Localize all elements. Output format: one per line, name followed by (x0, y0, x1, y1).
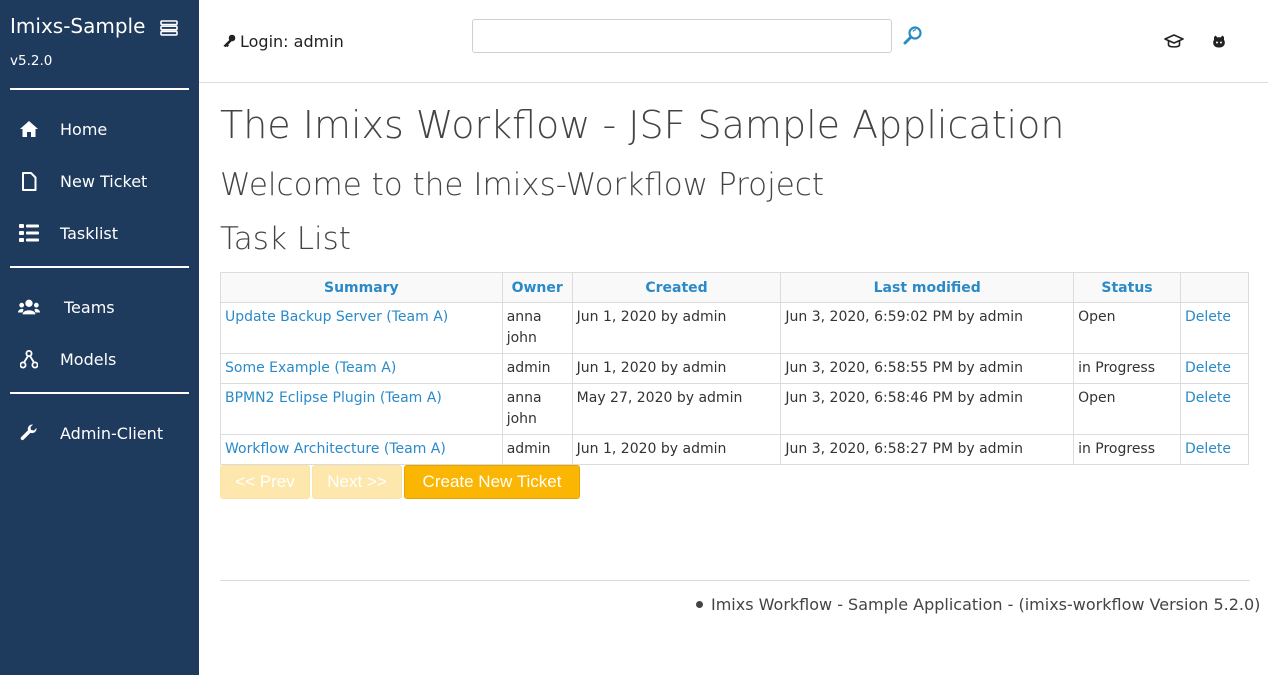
next-button[interactable]: Next >> (312, 465, 402, 499)
bullet-icon (696, 601, 703, 608)
sidebar-item-label: Home (60, 119, 108, 139)
owner-name: admin (506, 441, 551, 457)
wrench-icon (18, 423, 40, 443)
sidebar-divider (10, 392, 189, 394)
footer-text: Imixs Workflow - Sample Application - (i… (711, 595, 1261, 614)
sidebar-item-models[interactable]: Models (0, 339, 199, 379)
created-cell: Jun 1, 2020 by admin (571, 434, 782, 465)
app-version: v5.2.0 (10, 53, 53, 69)
summary-cell: Workflow Architecture (Team A) (220, 434, 503, 465)
owner-cell: anna john (501, 302, 573, 354)
status-cell: Open (1073, 383, 1181, 435)
sidebar: Imixs-Sample v5.2.0 Home New Ticket Task… (0, 0, 199, 675)
sidebar-item-label: Tasklist (60, 223, 119, 243)
action-cell: Delete (1179, 353, 1250, 384)
table-row: Update Backup Server (Team A) anna john … (220, 302, 1250, 354)
owner-name: john (506, 411, 537, 427)
github-icon[interactable] (1209, 32, 1229, 52)
column-header-status[interactable]: Status (1073, 272, 1181, 303)
delete-link[interactable]: Delete (1185, 309, 1231, 325)
sidebar-item-admin-client[interactable]: Admin-Client (0, 413, 199, 453)
search-input[interactable] (472, 19, 892, 53)
list-icon (18, 223, 40, 243)
search-icon[interactable] (903, 25, 923, 45)
action-cell: Delete (1179, 383, 1250, 435)
owner-cell: anna john (501, 383, 573, 435)
action-cell: Delete (1179, 302, 1250, 354)
delete-link[interactable]: Delete (1185, 441, 1231, 457)
footer-divider (220, 580, 1250, 581)
delete-link[interactable]: Delete (1185, 390, 1231, 406)
login-label: Login: admin (240, 32, 344, 51)
status-cell: in Progress (1073, 434, 1181, 465)
sidebar-item-label: New Ticket (60, 171, 148, 191)
sidebar-item-label: Teams (64, 297, 115, 317)
table-row: BPMN2 Eclipse Plugin (Team A) anna john … (220, 383, 1250, 435)
delete-link[interactable]: Delete (1185, 360, 1231, 376)
column-header-owner[interactable]: Owner (501, 272, 573, 303)
summary-cell: BPMN2 Eclipse Plugin (Team A) (220, 383, 503, 435)
owner-name: anna (506, 390, 542, 406)
task-summary-link[interactable]: Some Example (Team A) (225, 360, 396, 376)
table-row: Workflow Architecture (Team A) admin Jun… (220, 434, 1250, 465)
modified-cell: Jun 3, 2020, 6:59:02 PM by admin (780, 302, 1075, 354)
home-icon (18, 119, 40, 139)
sitemap-icon (18, 349, 40, 369)
users-icon (18, 297, 40, 317)
summary-cell: Update Backup Server (Team A) (220, 302, 503, 354)
task-summary-link[interactable]: Workflow Architecture (Team A) (225, 441, 446, 457)
task-summary-link[interactable]: Update Backup Server (Team A) (225, 309, 448, 325)
owner-name: anna (506, 309, 542, 325)
footer: Imixs Workflow - Sample Application - (i… (696, 595, 1260, 614)
sidebar-item-teams[interactable]: Teams (0, 287, 199, 327)
column-header-last-modified[interactable]: Last modified (780, 272, 1075, 303)
status-cell: Open (1073, 302, 1181, 354)
sidebar-item-home[interactable]: Home (0, 109, 199, 149)
created-cell: Jun 1, 2020 by admin (571, 302, 782, 354)
sidebar-item-label: Admin-Client (60, 423, 164, 443)
sidebar-divider (10, 266, 189, 268)
top-bar: Login: admin (199, 0, 1268, 83)
action-cell: Delete (1179, 434, 1250, 465)
file-icon (18, 171, 40, 191)
owner-name: john (506, 330, 537, 346)
prev-button[interactable]: << Prev (220, 465, 310, 499)
sidebar-item-tasklist[interactable]: Tasklist (0, 213, 199, 253)
modified-cell: Jun 3, 2020, 6:58:46 PM by admin (780, 383, 1075, 435)
table-header-row: Summary Owner Created Last modified Stat… (220, 272, 1250, 303)
created-cell: Jun 1, 2020 by admin (571, 353, 782, 384)
page-title: The Imixs Workflow - JSF Sample Applicat… (220, 103, 1065, 147)
column-header-created[interactable]: Created (571, 272, 782, 303)
column-header-actions (1179, 272, 1250, 303)
column-header-summary[interactable]: Summary (220, 272, 503, 303)
graduation-cap-icon[interactable] (1164, 32, 1184, 52)
brand-name[interactable]: Imixs-Sample (10, 14, 145, 38)
create-ticket-button[interactable]: Create New Ticket (404, 465, 580, 499)
owner-cell: admin (501, 434, 573, 465)
sidebar-item-new-ticket[interactable]: New Ticket (0, 161, 199, 201)
menu-toggle-icon[interactable] (160, 20, 178, 36)
task-summary-link[interactable]: BPMN2 Eclipse Plugin (Team A) (225, 390, 442, 406)
login-status: Login: admin (223, 32, 344, 51)
welcome-heading: Welcome to the Imixs-Workflow Project (220, 167, 825, 203)
modified-cell: Jun 3, 2020, 6:58:27 PM by admin (780, 434, 1075, 465)
created-cell: May 27, 2020 by admin (571, 383, 782, 435)
sidebar-divider (10, 88, 189, 90)
status-cell: in Progress (1073, 353, 1181, 384)
modified-cell: Jun 3, 2020, 6:58:55 PM by admin (780, 353, 1075, 384)
summary-cell: Some Example (Team A) (220, 353, 503, 384)
tasklist-heading: Task List (220, 221, 351, 257)
key-icon (223, 32, 240, 51)
sidebar-item-label: Models (60, 349, 117, 369)
task-table: Summary Owner Created Last modified Stat… (220, 272, 1250, 465)
table-row: Some Example (Team A) admin Jun 1, 2020 … (220, 353, 1250, 384)
owner-cell: admin (501, 353, 573, 384)
owner-name: admin (506, 360, 551, 376)
pagination-controls: << Prev Next >> Create New Ticket (220, 465, 580, 499)
